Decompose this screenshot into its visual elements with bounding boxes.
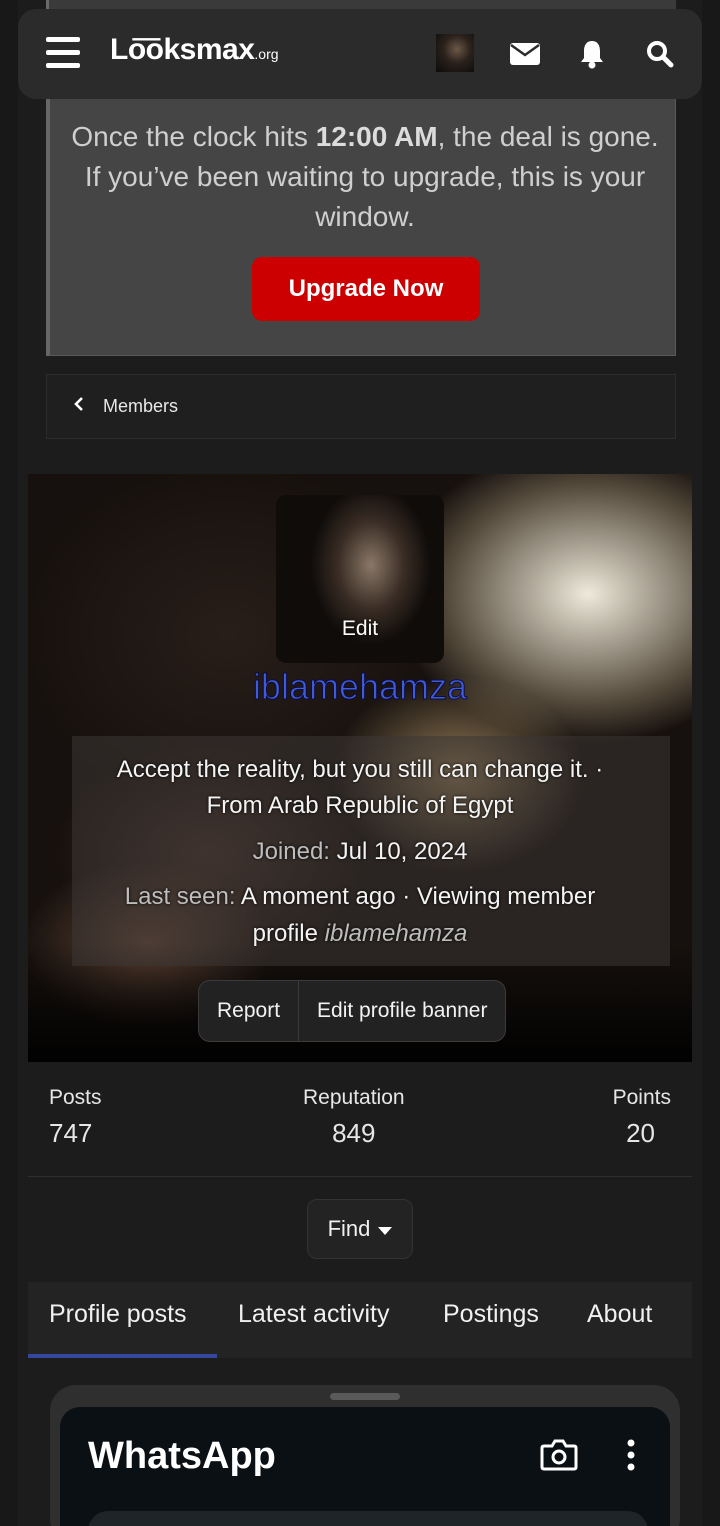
- find-dropdown-button[interactable]: Find: [307, 1199, 413, 1259]
- breadcrumb-label: Members: [103, 396, 179, 416]
- stat-reputation-label: Reputation: [303, 1086, 405, 1109]
- stat-posts-value: 747: [49, 1118, 93, 1148]
- joined-value: Jul 10, 2024: [336, 838, 468, 865]
- stat-posts[interactable]: Posts 747: [49, 1086, 102, 1149]
- joined-label: Joined:: [252, 838, 330, 865]
- profile-tabs: Profile posts Latest activity Postings A…: [28, 1282, 692, 1358]
- last-seen-user-link[interactable]: iblamehamza: [325, 920, 468, 947]
- last-seen-value: A moment ago · Viewing member: [240, 883, 596, 910]
- report-button[interactable]: Report: [199, 981, 298, 1041]
- notice-top-edge: [46, 0, 676, 9]
- tab-about[interactable]: About: [587, 1300, 652, 1329]
- active-tab-indicator: [28, 1354, 217, 1358]
- site-header: Lo͞oksmax.org: [18, 9, 702, 99]
- page: Lo͞oksmax.org Once the clock hits 12:00 …: [0, 0, 720, 1526]
- profile-avatar[interactable]: Edit: [276, 495, 444, 663]
- caret-down-icon: [378, 1216, 393, 1242]
- last-seen-value-cont: profile: [252, 920, 318, 947]
- stat-points-value: 20: [626, 1118, 655, 1148]
- profile-tagline: Accept the reality, but you still can ch…: [116, 756, 604, 783]
- logo-suffix: .org: [254, 46, 279, 62]
- promo-notice: Once the clock hits 12:00 AM, the deal i…: [46, 99, 676, 356]
- notice-text-before: Once the clock hits: [71, 121, 316, 152]
- chevron-left-icon: [73, 396, 85, 417]
- logo-main: Lo͞oksmax: [110, 33, 255, 66]
- mail-icon[interactable]: [505, 34, 545, 74]
- notice-text: Once the clock hits 12:00 AM, the deal i…: [70, 117, 660, 237]
- site-logo[interactable]: Lo͞oksmax.org: [110, 33, 279, 67]
- bell-icon[interactable]: [572, 34, 612, 74]
- avatar[interactable]: [436, 34, 474, 72]
- upgrade-now-button[interactable]: Upgrade Now: [252, 257, 480, 321]
- search-icon[interactable]: [640, 34, 680, 74]
- embedded-screenshot: WhatsApp: [50, 1385, 680, 1526]
- profile-location: From Arab Republic of Egypt: [206, 792, 514, 819]
- edit-banner-button[interactable]: Edit profile banner: [298, 981, 505, 1041]
- breadcrumb[interactable]: Members: [46, 374, 676, 439]
- notice-deadline: 12:00 AM: [315, 121, 438, 152]
- profile-last-seen: Last seen: A moment ago · Viewing member: [28, 879, 692, 915]
- embed-handle: [330, 1393, 400, 1400]
- tab-postings[interactable]: Postings: [443, 1300, 539, 1329]
- embed-screen: WhatsApp: [60, 1407, 670, 1526]
- stat-reputation[interactable]: Reputation 849: [303, 1086, 405, 1149]
- more-vert-icon: [626, 1439, 636, 1476]
- profile-username: iblamehamza: [252, 666, 468, 708]
- last-seen-label: Last seen:: [124, 883, 236, 910]
- find-label: Find: [327, 1216, 371, 1241]
- tab-latest-activity[interactable]: Latest activity: [238, 1300, 389, 1329]
- profile-joined: Joined: Jul 10, 2024: [28, 834, 692, 870]
- stat-points-label: Points: [612, 1086, 671, 1109]
- stat-posts-label: Posts: [49, 1086, 102, 1109]
- avatar-edit-label[interactable]: Edit: [276, 617, 444, 641]
- stat-reputation-value: 849: [332, 1118, 376, 1148]
- embed-search-bar: [88, 1511, 648, 1526]
- profile-actions: Report Edit profile banner: [198, 980, 507, 1042]
- profile-last-seen-cont: profile iblamehamza: [28, 916, 692, 952]
- camera-icon: [540, 1439, 578, 1476]
- stat-points[interactable]: Points 20: [613, 1086, 671, 1149]
- profile-banner: Edit iblamehamza Accept the reality, but…: [28, 474, 692, 1062]
- tab-profile-posts[interactable]: Profile posts: [49, 1300, 187, 1329]
- profile-stats: Posts 747 Reputation 849 Points 20: [28, 1062, 692, 1177]
- menu-icon[interactable]: [46, 37, 80, 69]
- embed-title: WhatsApp: [88, 1435, 276, 1477]
